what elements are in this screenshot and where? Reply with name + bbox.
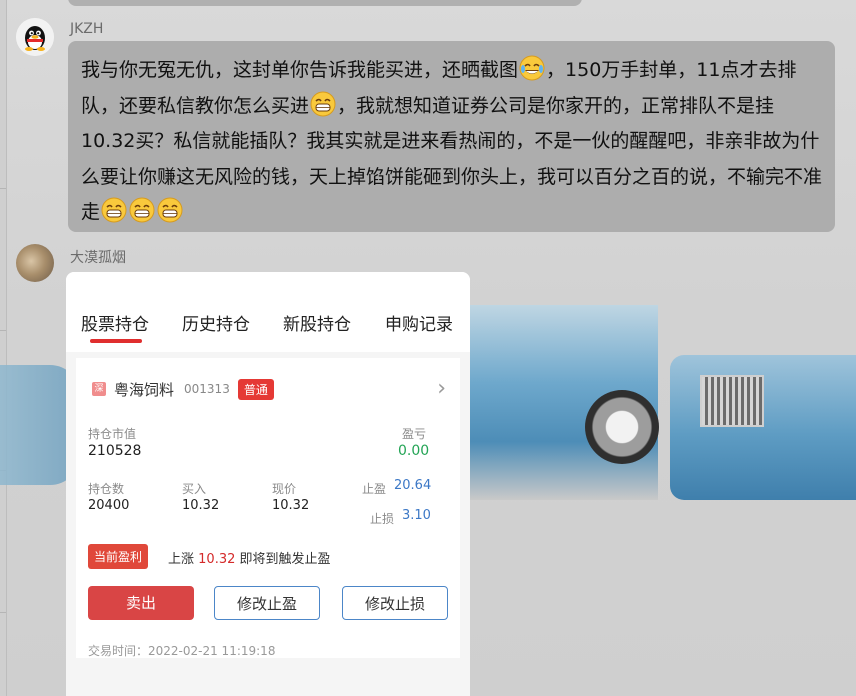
qty-label: 持仓数	[88, 482, 125, 496]
buy-value: 10.32	[182, 498, 220, 513]
pnl-value: 0.00	[398, 443, 430, 459]
buy-label: 买入	[182, 482, 207, 496]
notice-suffix: 即将到触发止盈	[239, 552, 331, 567]
chevron-right-icon[interactable]: ›	[437, 376, 446, 401]
notice-prefix: 上涨	[168, 552, 195, 567]
stock-header[interactable]: 深 粤海饲料 001313 普通	[92, 378, 274, 400]
position-value: 210528	[88, 443, 142, 459]
type-badge: 普通	[237, 378, 274, 400]
take-profit-label: 止盈	[362, 482, 387, 496]
grin-emoji-icon	[157, 197, 183, 223]
laughing-tears-emoji-icon	[519, 55, 545, 81]
price-label: 现价	[272, 482, 297, 496]
notice-value: 10.32	[198, 552, 236, 567]
position-value-label: 持仓市值	[88, 427, 137, 441]
grin-emoji-icon	[101, 197, 127, 223]
stock-position-screenshot[interactable]: 股票持仓 历史持仓 新股持仓 申购记录 深 粤海饲料 001313 普通 › 持…	[66, 272, 470, 696]
trade-time: 交易时间：2022-02-21 11:19:18	[88, 644, 276, 658]
sender-name: 大漠孤烟	[70, 250, 126, 266]
previous-message-bubble	[68, 0, 582, 6]
penguin-icon	[16, 18, 54, 56]
market-tag: 深	[92, 382, 106, 396]
stop-loss-label: 止损	[370, 512, 395, 526]
position-tabs: 股票持仓 历史持仓 新股持仓 申购记录	[66, 272, 470, 352]
stop-loss-value: 3.10	[402, 508, 431, 523]
active-tab-indicator	[90, 339, 142, 343]
qty-value: 20400	[88, 498, 130, 513]
tab-subscription-records[interactable]: 申购记录	[385, 310, 453, 335]
trigger-notice: 上涨 10.32 即将到触发止盈	[168, 548, 331, 567]
current-profit-badge: 当前盈利	[88, 544, 149, 569]
take-profit-value: 20.64	[394, 478, 432, 493]
message-text-part: 我与你无冤无仇，这封单你告诉我能买进，还晒截图	[81, 59, 519, 81]
modify-take-profit-button[interactable]: 修改止盈	[214, 586, 320, 620]
sender-name: JKZH	[70, 21, 104, 37]
stock-name: 粤海饲料	[114, 380, 175, 399]
grin-emoji-icon	[129, 197, 155, 223]
modify-stop-loss-button[interactable]: 修改止损	[342, 586, 448, 620]
sell-button[interactable]: 卖出	[88, 586, 194, 620]
price-value: 10.32	[272, 498, 310, 513]
left-divider	[0, 188, 6, 189]
car-grille-image	[700, 375, 764, 427]
user-photo-avatar[interactable]	[16, 244, 54, 282]
pnl-label: 盈亏	[402, 427, 427, 441]
grin-emoji-icon	[310, 91, 336, 116]
position-detail: 深 粤海饲料 001313 普通 › 持仓市值 210528 盈亏 0.00 持…	[76, 358, 460, 658]
message-bubble[interactable]: 我与你无冤无仇，这封单你告诉我能买进，还晒截图 ，150万手封单，11点才去排队，…	[68, 41, 835, 232]
tab-history-holdings[interactable]: 历史持仓	[182, 310, 250, 335]
tab-stock-holdings[interactable]: 股票持仓	[81, 310, 149, 335]
qq-penguin-avatar[interactable]	[16, 18, 54, 56]
car-wheel-image	[585, 390, 659, 464]
stock-code: 001313	[184, 382, 230, 396]
message-text: 我与你无冤无仇，这封单你告诉我能买进，还晒截图 ，150万手封单，11点才去排队，…	[81, 53, 825, 231]
tab-new-stock-holdings[interactable]: 新股持仓	[283, 310, 351, 335]
